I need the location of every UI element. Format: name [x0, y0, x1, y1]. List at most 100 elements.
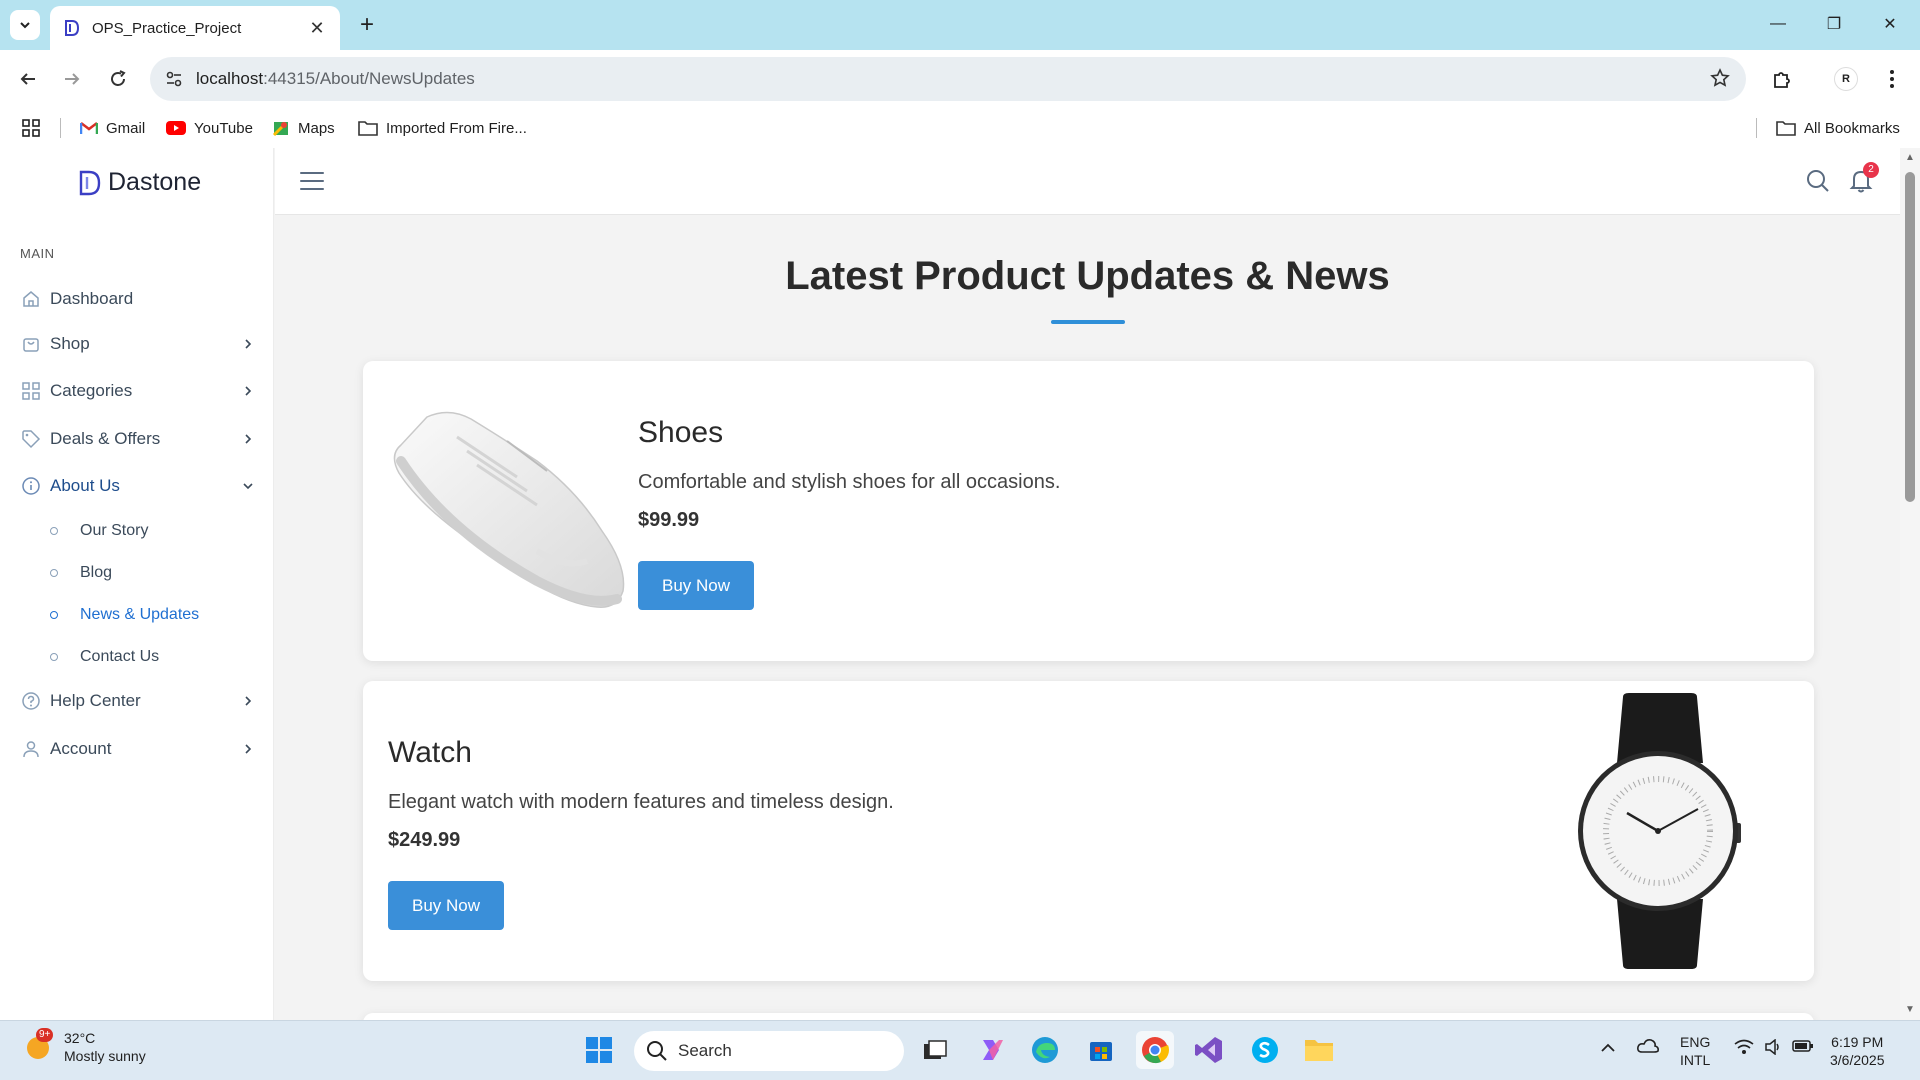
browser-menu-button[interactable] — [1876, 63, 1908, 95]
notification-badge: 2 — [1863, 162, 1879, 178]
buy-now-button-shoes[interactable]: Buy Now — [638, 561, 754, 610]
cloud-sync-icon[interactable] — [1636, 1037, 1660, 1059]
weather-text: 32°C Mostly sunny — [64, 1029, 146, 1065]
language-top: ENG — [1680, 1034, 1711, 1050]
weather-temperature: 32°C — [64, 1030, 96, 1046]
sidebar-subitem-news-updates[interactable]: News & Updates — [50, 602, 199, 628]
bookmarks-divider-right — [1756, 118, 1757, 138]
reload-icon — [111, 70, 126, 86]
task-view-icon — [924, 1040, 947, 1059]
url-host: localhost — [196, 69, 264, 88]
main-content: Latest Product Updates & News Shoes Comf… — [275, 216, 1900, 1053]
buy-now-button-watch[interactable]: Buy Now — [388, 881, 504, 930]
weather-badge: 9+ — [36, 1028, 54, 1042]
page-scrollbar[interactable]: ▲ ▼ — [1900, 148, 1920, 1020]
url-path: :44315/About/NewsUpdates — [263, 69, 475, 88]
sidebar-item-about-us[interactable]: About Us — [20, 471, 256, 501]
start-button[interactable] — [580, 1031, 618, 1069]
chrome-button[interactable] — [1136, 1031, 1174, 1069]
sidebar-item-deals[interactable]: Deals & Offers — [20, 424, 256, 454]
dastone-favicon-icon — [65, 20, 80, 36]
sidebar-section-label: MAIN — [20, 246, 55, 261]
menu-toggle-button[interactable] — [299, 170, 325, 192]
kebab-menu-icon — [1890, 70, 1894, 88]
close-window-button[interactable]: ✕ — [1862, 8, 1918, 40]
search-button[interactable] — [1805, 168, 1831, 199]
site-info-icon[interactable] — [162, 67, 186, 91]
file-explorer-button[interactable] — [1300, 1031, 1338, 1069]
tab-search-button[interactable] — [10, 10, 40, 40]
language-indicator[interactable]: ENG INTL — [1680, 1033, 1710, 1069]
copilot-button[interactable] — [972, 1031, 1010, 1069]
bookmarks-bar: Gmail YouTube Maps Imported From Fire...… — [0, 108, 1920, 148]
chevron-right-icon — [240, 741, 256, 757]
sneaker-image — [393, 411, 625, 608]
web-page: Dastone MAIN Dashboard Shop Categories D… — [0, 148, 1920, 1053]
hamburger-line — [300, 180, 324, 182]
profile-button[interactable]: R — [1830, 63, 1862, 95]
browser-tab-active[interactable]: OPS_Practice_Project ✕ — [50, 6, 340, 50]
windows-taskbar: 9+ 32°C Mostly sunny Search ENG INTL 6:1… — [0, 1020, 1920, 1080]
new-tab-button[interactable]: + — [352, 10, 382, 40]
minimize-button[interactable]: — — [1750, 8, 1806, 40]
extensions-button[interactable] — [1766, 63, 1798, 95]
scroll-down-arrow-icon[interactable]: ▼ — [1904, 1004, 1916, 1016]
visual-studio-button[interactable] — [1190, 1031, 1228, 1069]
sidebar-subitem-blog[interactable]: Blog — [50, 560, 112, 586]
tab-close-icon[interactable]: ✕ — [306, 18, 328, 39]
taskbar-search[interactable]: Search — [634, 1031, 904, 1071]
shop-icon — [20, 333, 42, 355]
clock[interactable]: 6:19 PM 3/6/2025 — [1830, 1033, 1885, 1069]
sidebar-item-dashboard[interactable]: Dashboard — [20, 284, 256, 314]
bookmark-youtube[interactable]: YouTube — [166, 118, 253, 138]
apps-button[interactable] — [22, 118, 40, 138]
product-card-watch: Watch Elegant watch with modern features… — [363, 681, 1814, 981]
sidebar-item-label: Dashboard — [50, 289, 134, 308]
notifications-button[interactable]: 2 — [1849, 162, 1879, 199]
user-icon — [20, 738, 42, 760]
subitem-label: Blog — [80, 564, 113, 581]
sidebar-item-label: Help Center — [50, 691, 141, 710]
store-button[interactable] — [1082, 1031, 1120, 1069]
sidebar-item-shop[interactable]: Shop — [20, 329, 256, 359]
scroll-up-arrow-icon[interactable]: ▲ — [1904, 152, 1916, 164]
bullet-icon — [50, 527, 58, 535]
skype-button[interactable] — [1246, 1031, 1284, 1069]
system-tray-icons[interactable] — [1734, 1039, 1814, 1055]
scroll-thumb[interactable] — [1905, 172, 1915, 502]
bookmark-star-icon[interactable] — [1710, 68, 1730, 93]
tag-icon — [20, 428, 42, 450]
subitem-label: Contact Us — [80, 648, 160, 665]
address-bar[interactable]: localhost:44315/About/NewsUpdates — [150, 57, 1746, 101]
sidebar-item-help-center[interactable]: Help Center — [20, 686, 256, 716]
watch-image — [1578, 693, 1741, 969]
tray-overflow-icon[interactable] — [1600, 1039, 1616, 1057]
task-view-button[interactable] — [916, 1031, 954, 1069]
weather-widget[interactable]: 9+ 32°C Mostly sunny — [24, 1028, 146, 1065]
tab-title: OPS_Practice_Project — [92, 19, 242, 37]
reload-button[interactable] — [102, 63, 134, 95]
search-icon — [647, 1041, 667, 1061]
bookmark-maps-label: Maps — [298, 119, 335, 137]
all-bookmarks-button[interactable]: All Bookmarks — [1776, 118, 1900, 138]
sidebar: Dastone MAIN Dashboard Shop Categories D… — [0, 148, 274, 1020]
puzzle-icon — [1774, 72, 1790, 88]
browser-tabstrip: OPS_Practice_Project ✕ + — ❐ ✕ — [0, 0, 1920, 50]
sidebar-item-categories[interactable]: Categories — [20, 376, 256, 406]
url-text: localhost:44315/About/NewsUpdates — [196, 69, 475, 89]
bookmark-gmail[interactable]: Gmail — [80, 118, 145, 138]
bookmark-folder-imported[interactable]: Imported From Fire... — [358, 118, 527, 138]
bookmark-maps[interactable]: Maps — [272, 118, 335, 138]
bullet-icon — [50, 569, 58, 577]
sidebar-subitem-our-story[interactable]: Our Story — [50, 518, 148, 544]
page-title: Latest Product Updates & News — [785, 254, 1390, 298]
restore-button[interactable]: ❐ — [1806, 8, 1862, 40]
edge-button[interactable] — [1026, 1031, 1064, 1069]
sidebar-item-account[interactable]: Account — [20, 734, 256, 764]
product-name: Shoes — [638, 416, 724, 449]
product-card-shoes: Shoes Comfortable and stylish shoes for … — [363, 361, 1814, 661]
forward-button[interactable] — [56, 63, 88, 95]
back-button[interactable] — [12, 63, 44, 95]
brand-logo[interactable]: Dastone — [78, 168, 201, 197]
sidebar-subitem-contact-us[interactable]: Contact Us — [50, 644, 159, 670]
